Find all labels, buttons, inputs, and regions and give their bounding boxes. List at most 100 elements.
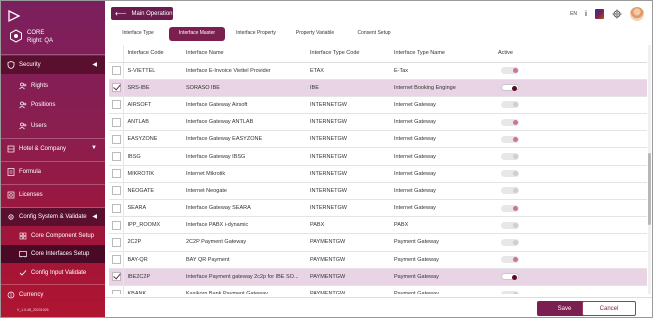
header-active[interactable]: Active — [494, 45, 647, 63]
row-checkbox[interactable] — [112, 100, 121, 110]
table-row[interactable]: BAY-QR BAY QR Payment PAYMENTGW Payment Gat… — [109, 250, 647, 269]
row-checkbox[interactable] — [112, 169, 121, 179]
active-toggle[interactable] — [501, 221, 519, 229]
header-interface-name[interactable]: Interface Name — [182, 45, 306, 63]
active-toggle[interactable] — [501, 118, 519, 126]
active-toggle[interactable] — [501, 153, 519, 161]
row-checkbox[interactable] — [112, 220, 121, 230]
table-row[interactable]: MIKROTIK Internet Mikrotik INTERNETGW Inter… — [109, 164, 647, 183]
chevron-left-icon: ◀ — [92, 62, 97, 68]
table-row[interactable]: 2C2P 2C2P Payment Gateway PAYMENTGW Payment… — [109, 233, 647, 252]
header-interface-code[interactable]: Interface Code — [123, 45, 182, 63]
cell-interface-type-code: INTERNETGW — [306, 164, 390, 183]
main-operation-label: Main Operation — [131, 10, 173, 17]
row-checkbox[interactable] — [112, 272, 121, 282]
table-body: S-VIETTEL Interface E-Invoice Viettel Pro… — [109, 61, 647, 294]
tab-interface-property[interactable]: Interface Property — [235, 27, 277, 41]
logo-icon[interactable] — [7, 9, 21, 23]
cell-interface-name: Interface Gateway Airsoft — [182, 95, 306, 114]
table-row[interactable]: S-VIETTEL Interface E-Invoice Viettel Pro… — [109, 61, 647, 80]
cell-interface-code: IBSG — [123, 147, 182, 166]
table-row[interactable]: EASYZONE Interface Gateway EASYZONE INTERN… — [109, 130, 647, 148]
table-row[interactable]: NEOGATE Internet Neogate INTERNETGW Interne… — [109, 181, 647, 200]
active-toggle[interactable] — [501, 204, 519, 212]
row-checkbox[interactable] — [112, 66, 121, 76]
sidebar-item-licenses[interactable]: Licenses — [1, 186, 105, 204]
sidebar-item-hotel-company[interactable]: Hotel & Company ▼ — [1, 140, 105, 158]
table-row[interactable]: IBE2C2P Interface Payment gateway 2c2p fo… — [109, 267, 647, 286]
sidebar-item-security[interactable]: Security ◀ — [1, 56, 105, 74]
active-toggle[interactable] — [501, 170, 519, 178]
image-icon[interactable] — [595, 9, 604, 19]
active-toggle[interactable] — [501, 256, 519, 264]
header-interface-type-name[interactable]: Interface Type Name — [390, 45, 494, 63]
active-toggle[interactable] — [501, 290, 519, 294]
sidebar-item-core-interfaces-setup[interactable]: Core Interfaces Setup — [1, 245, 105, 263]
hexagon-icon — [10, 29, 22, 43]
row-checkbox-cell — [109, 250, 124, 269]
sidebar-item-rights[interactable]: Rights — [1, 77, 105, 95]
currency-icon — [7, 291, 15, 299]
row-checkbox[interactable] — [112, 289, 121, 294]
gear-icon[interactable] — [612, 9, 622, 19]
tab-bar: Interface Type Interface Master Interfac… — [105, 27, 652, 41]
language-selector[interactable]: EN — [570, 11, 577, 17]
divider — [1, 284, 105, 285]
component-icon — [19, 232, 27, 240]
avatar[interactable] — [630, 7, 644, 21]
table-row[interactable]: SRS-IBE SORASO IBE IBE Internet Booking Eng… — [109, 78, 647, 97]
info-icon[interactable]: i — [585, 11, 587, 18]
table-row[interactable]: IPP_ROOMX Interface PABX i-dynamic PABX PAB… — [109, 216, 647, 234]
sidebar-item-users[interactable]: Users — [1, 117, 105, 135]
row-checkbox[interactable] — [112, 186, 121, 196]
sidebar-item-currency[interactable]: Currency — [1, 286, 105, 304]
sidebar-item-config-system[interactable]: Config System & Validate ◀ — [1, 208, 105, 226]
header-interface-type-code[interactable]: Interface Type Code — [306, 45, 390, 63]
row-checkbox[interactable] — [112, 83, 121, 93]
table-row[interactable]: KBANKKasikorn Bank Payment GatewayPAYMEN… — [109, 284, 647, 294]
sidebar-item-formula[interactable]: Formula — [1, 163, 105, 181]
cell-interface-type-name: PABX — [390, 216, 494, 234]
cell-interface-type-code: ETAX — [306, 61, 390, 80]
active-toggle[interactable] — [501, 273, 519, 281]
table-row[interactable]: AIRSOFT Interface Gateway Airsoft INTERNET… — [109, 95, 647, 114]
table-header-row: Interface Code Interface Name Interface … — [109, 45, 647, 63]
tab-consent-setup[interactable]: Consent Setup — [349, 27, 399, 41]
row-checkbox[interactable] — [112, 117, 121, 127]
sidebar-item-label: Licenses — [19, 192, 43, 198]
table-row[interactable]: SEARA Interface Gateway SEARA INTERNETGW In… — [109, 198, 647, 217]
scrollbar-thumb[interactable] — [648, 153, 651, 225]
main-operation-button[interactable]: ⟵ Main Operation — [111, 7, 173, 20]
sidebar-item-positions[interactable]: Positions — [1, 96, 105, 114]
row-checkbox[interactable] — [112, 255, 121, 265]
row-checkbox[interactable] — [112, 152, 121, 162]
active-toggle[interactable] — [501, 238, 519, 246]
active-toggle[interactable] — [501, 84, 519, 92]
cell-interface-code: SRS-IBE — [123, 78, 182, 97]
cell-interface-type-code: INTERNETGW — [306, 147, 390, 166]
cell-interface-name: BAY QR Payment — [182, 250, 306, 269]
row-checkbox[interactable] — [112, 237, 121, 247]
active-toggle[interactable] — [501, 67, 519, 75]
cell-interface-type-name: Internet Gateway — [390, 164, 494, 183]
cell-active — [494, 267, 647, 286]
cancel-button[interactable]: Cancel — [582, 301, 636, 316]
table-row[interactable]: IBSG Interface Gateway IBSG INTERNETGW Inte… — [109, 147, 647, 166]
row-checkbox-cell — [109, 198, 124, 217]
tab-interface-master[interactable]: Interface Master — [169, 27, 225, 41]
active-toggle[interactable] — [501, 101, 519, 109]
tab-interface-type[interactable]: Interface Type — [113, 27, 163, 41]
row-checkbox[interactable] — [112, 203, 121, 213]
cell-interface-code: MIKROTIK — [123, 164, 182, 183]
row-checkbox[interactable] — [112, 134, 121, 144]
active-toggle[interactable] — [501, 135, 519, 143]
tab-property-variable[interactable]: Property Variable — [287, 27, 343, 41]
table-row[interactable]: ANTLAB Interface Gateway ANTLAB INTERNETGW… — [109, 113, 647, 131]
sidebar-item-config-input-validate[interactable]: Config Input Validate — [1, 264, 105, 282]
cell-active — [494, 198, 647, 217]
row-checkbox-cell — [109, 164, 124, 183]
active-toggle[interactable] — [501, 187, 519, 195]
row-checkbox-cell — [109, 233, 124, 252]
sidebar-item-core-component-setup[interactable]: Core Component Setup — [1, 227, 105, 245]
row-checkbox-cell — [109, 130, 124, 148]
